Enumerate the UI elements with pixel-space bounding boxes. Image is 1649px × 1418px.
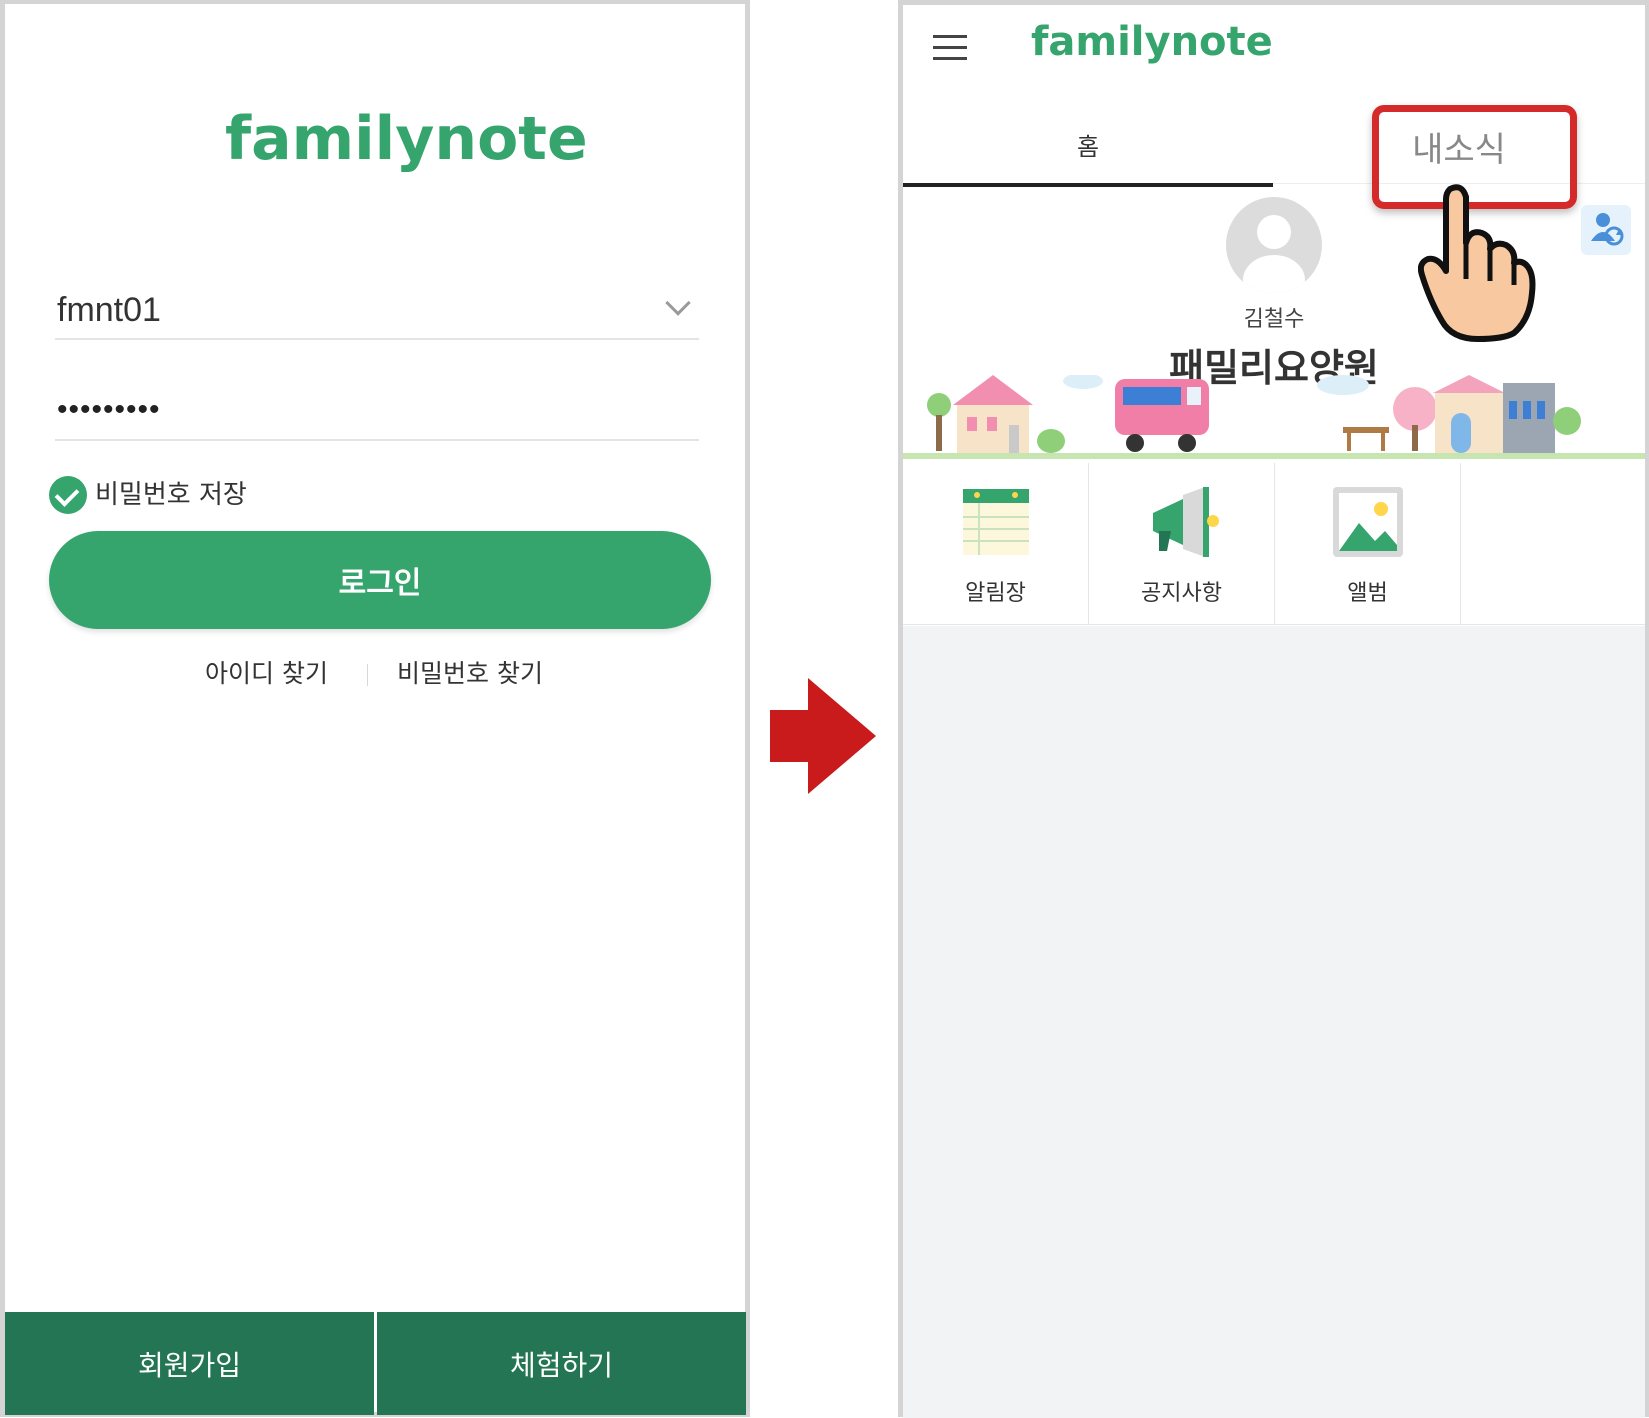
content-area [903,626,1645,1418]
signup-button[interactable]: 회원가입 [5,1312,374,1415]
menu-item-album[interactable]: 앨범 [1275,463,1461,625]
menu-item-notice[interactable]: 공지사항 [1089,463,1275,625]
menu-grid: 알림장 공지사항 앨범 [903,463,1645,625]
find-password-link[interactable]: 비밀번호 찾기 [397,656,543,692]
user-id-field[interactable]: fmnt01 [55,270,699,340]
user-id-value: fmnt01 [57,291,161,329]
hand-pointer-icon [1418,184,1536,342]
megaphone-icon [1153,487,1219,557]
password-field[interactable]: ••••••••• [55,371,699,441]
chevron-down-icon[interactable] [665,290,691,316]
ground-strip [903,453,1645,459]
home-screen: familynote 홈 내소식 김철수 패밀리요양원 알림장 공지사항 앨범 [898,0,1649,1418]
familynote-logo: familynote [1031,19,1273,65]
link-divider [367,664,368,686]
avatar [1226,197,1322,293]
menu-label: 공지사항 [1141,581,1222,606]
password-value: ••••••••• [57,393,161,426]
menu-label: 알림장 [965,581,1026,606]
right-arrow-icon [770,678,876,794]
notebook-icon [963,489,1029,555]
trial-button[interactable]: 체험하기 [377,1312,746,1415]
hamburger-menu-icon[interactable] [933,35,967,61]
save-password-label[interactable]: 비밀번호 저장 [95,476,247,514]
menu-label: 앨범 [1347,581,1388,606]
town-illustration [927,375,1581,453]
familynote-logo: familynote [225,104,588,174]
login-button[interactable]: 로그인 [49,531,711,629]
menu-item-notebook[interactable]: 알림장 [903,463,1089,625]
switch-user-icon[interactable] [1581,205,1631,255]
find-id-link[interactable]: 아이디 찾기 [205,656,328,692]
login-screen: familynote fmnt01 ••••••••• 비밀번호 저장 로그인 … [0,0,750,1417]
photo-album-icon [1333,487,1403,557]
tab-home[interactable]: 홈 [903,105,1273,187]
save-password-checkbox[interactable] [49,476,87,514]
menu-item-empty [1461,463,1645,625]
